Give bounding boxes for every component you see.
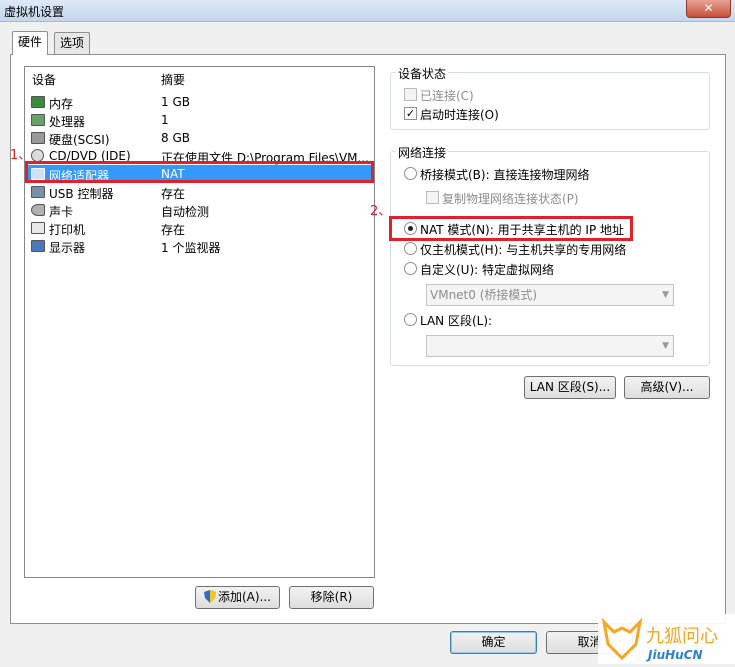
column-header-summary[interactable]: 摘要 bbox=[161, 71, 185, 88]
custom-network-select[interactable]: VMnet0 (桥接模式) ▼ bbox=[426, 284, 674, 306]
lan-segments-button[interactable]: LAN 区段(S)... bbox=[524, 376, 616, 399]
device-row-display[interactable]: 显示器 1 个监视器 bbox=[27, 237, 372, 255]
add-button[interactable]: 添加(A)... bbox=[195, 586, 280, 609]
nat-label: NAT 模式(N): 用于共享主机的 IP 地址 bbox=[420, 223, 625, 237]
lan-segment-select[interactable]: ▼ bbox=[426, 335, 674, 357]
column-header-device[interactable]: 设备 bbox=[32, 71, 56, 88]
tab-hardware[interactable]: 硬件 bbox=[12, 31, 49, 55]
window-title: 虚拟机设置 bbox=[4, 5, 65, 19]
replicate-state-label: 复制物理网络连接状态(P) bbox=[442, 192, 579, 206]
connected-label: 已连接(C) bbox=[420, 89, 474, 103]
remove-button[interactable]: 移除(R) bbox=[289, 586, 374, 609]
replicate-state-checkbox[interactable] bbox=[426, 191, 439, 204]
list-header: 设备 摘要 bbox=[25, 71, 374, 89]
watermark-cn: 九狐问心 bbox=[646, 626, 718, 647]
device-name: 显示器 bbox=[49, 241, 86, 255]
device-name: 硬盘(SCSI) bbox=[49, 133, 110, 147]
device-status-title: 设备状态 bbox=[396, 65, 449, 82]
device-summary: 8 GB bbox=[161, 131, 190, 145]
device-list[interactable]: 设备 摘要 内存 1 GB 处理器 1 硬盘(SCSI) 8 GB CD/DVD… bbox=[24, 66, 375, 578]
host-only-radio[interactable] bbox=[404, 242, 417, 255]
device-row-usb[interactable]: USB 控制器 存在 bbox=[27, 183, 372, 201]
connect-on-start-label: 启动时连接(O) bbox=[420, 108, 499, 122]
chevron-down-icon: ▼ bbox=[662, 290, 669, 300]
hard-disk-icon bbox=[31, 132, 45, 144]
lan-segment-radio[interactable] bbox=[404, 313, 417, 326]
device-name: 打印机 bbox=[49, 223, 86, 237]
custom-network-value: VMnet0 (桥接模式) bbox=[430, 288, 538, 302]
device-row-hard-disk[interactable]: 硬盘(SCSI) 8 GB bbox=[27, 129, 372, 147]
device-summary: 1 GB bbox=[161, 95, 190, 109]
connect-on-start-checkbox[interactable]: ✓ bbox=[404, 107, 417, 120]
device-summary: 自动检测 bbox=[161, 205, 210, 219]
close-button[interactable]: ✕ bbox=[686, 0, 731, 18]
custom-radio[interactable] bbox=[404, 262, 417, 275]
device-summary: 存在 bbox=[161, 223, 186, 237]
device-name: 处理器 bbox=[49, 115, 86, 129]
device-name: USB 控制器 bbox=[49, 187, 114, 201]
watermark-en: JiuHuCN bbox=[646, 648, 703, 662]
ok-button[interactable]: 确定 bbox=[450, 631, 537, 654]
device-name: 声卡 bbox=[49, 205, 74, 219]
highlight-network-adapter bbox=[25, 161, 374, 183]
sound-card-icon bbox=[31, 204, 45, 216]
device-row-printer[interactable]: 打印机 存在 bbox=[27, 219, 372, 237]
printer-icon bbox=[31, 222, 45, 234]
network-connection-title: 网络连接 bbox=[396, 144, 449, 161]
fox-logo-icon: 九狐问心 JiuHuCN bbox=[598, 614, 735, 664]
usb-icon bbox=[31, 186, 45, 198]
check-icon: ✓ bbox=[405, 107, 416, 120]
device-row-processor[interactable]: 处理器 1 bbox=[27, 111, 372, 129]
nat-radio[interactable] bbox=[404, 222, 417, 235]
tab-options[interactable]: 选项 bbox=[54, 32, 91, 54]
connected-checkbox[interactable] bbox=[404, 88, 417, 101]
shield-icon bbox=[203, 590, 216, 603]
device-summary: 1 个监视器 bbox=[161, 241, 221, 255]
device-summary: 存在 bbox=[161, 187, 186, 201]
watermark: 九狐问心 JiuHuCN bbox=[598, 614, 735, 664]
processor-icon bbox=[31, 114, 45, 126]
network-connection-group bbox=[390, 151, 710, 366]
device-name: 内存 bbox=[49, 97, 74, 111]
device-row-sound-card[interactable]: 声卡 自动检测 bbox=[27, 201, 372, 219]
custom-label: 自定义(U): 特定虚拟网络 bbox=[420, 263, 555, 277]
advanced-button[interactable]: 高级(V)... bbox=[624, 376, 710, 399]
bridged-label: 桥接模式(B): 直接连接物理网络 bbox=[420, 168, 590, 182]
device-summary: 1 bbox=[161, 113, 169, 127]
add-button-label: 添加(A)... bbox=[217, 590, 272, 604]
display-icon bbox=[31, 240, 45, 252]
title-bar: 虚拟机设置 ✕ bbox=[0, 0, 735, 22]
close-icon: ✕ bbox=[703, 1, 714, 15]
bridged-radio[interactable] bbox=[404, 167, 417, 180]
device-row-memory[interactable]: 内存 1 GB bbox=[27, 93, 372, 111]
memory-icon bbox=[31, 96, 45, 108]
host-only-label: 仅主机模式(H): 与主机共享的专用网络 bbox=[420, 243, 627, 257]
chevron-down-icon: ▼ bbox=[662, 341, 669, 351]
lan-segment-label: LAN 区段(L): bbox=[420, 314, 493, 328]
